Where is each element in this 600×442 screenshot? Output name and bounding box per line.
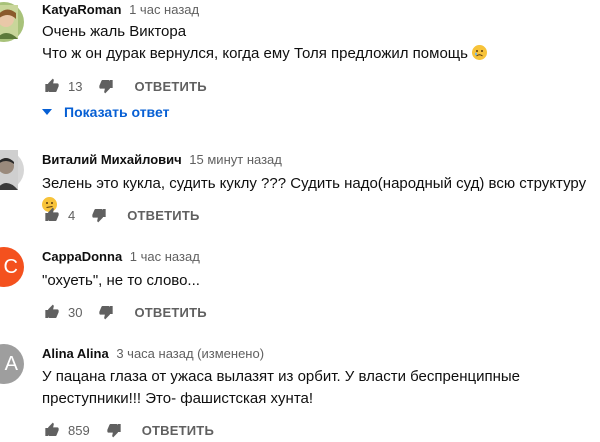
reply-button[interactable]: ОТВЕТИТЬ [134, 305, 206, 320]
like-count: 4 [68, 207, 76, 223]
caret-down-icon [42, 109, 52, 115]
reply-button[interactable]: ОТВЕТИТЬ [134, 79, 206, 94]
comment-timestamp[interactable]: 1 час назад [129, 2, 199, 17]
like-icon[interactable] [42, 205, 62, 225]
comment-timestamp[interactable]: 3 часа назад (изменено) [116, 346, 264, 361]
like-icon[interactable] [42, 302, 62, 322]
comment-header: Alina Alina 3 часа назад (изменено) [42, 346, 264, 362]
comment-line: "охуеть", не то слово... [42, 272, 200, 289]
avatar[interactable]: A [0, 344, 24, 384]
comment-author[interactable]: KatyaRoman [42, 2, 121, 17]
like-count: 30 [68, 304, 83, 320]
comment-timestamp[interactable]: 1 час назад [130, 249, 200, 264]
avatar[interactable] [0, 150, 24, 190]
comment-actions: 13 ОТВЕТИТЬ [42, 74, 207, 98]
comment-line: преступники!!! Это- фашистская хунта! [42, 390, 314, 407]
comment-timestamp[interactable]: 15 минут назад [189, 152, 282, 167]
reply-button[interactable]: ОТВЕТИТЬ [127, 208, 199, 223]
comment-text: "охуеть", не то слово... [42, 270, 597, 292]
comment-text: Очень жаль Виктора Что ж он дурак вернул… [42, 21, 597, 65]
dislike-icon[interactable] [89, 205, 109, 225]
avatar-letter: A [4, 352, 18, 375]
comment-header: CappaDonna 1 час назад [42, 249, 200, 265]
comment-text: У пацана глаза от ужаса вылазят из орбит… [42, 366, 597, 410]
like-icon[interactable] [42, 76, 62, 96]
comment-actions: 4 ОТВЕТИТЬ [42, 203, 200, 227]
comment-header: KatyaRoman 1 час назад [42, 2, 199, 18]
avatar-letter: C [3, 255, 18, 278]
like-icon[interactable] [42, 420, 62, 440]
comment-line: Очень жаль Виктора [42, 23, 187, 40]
comment-header: Виталий Михайлович 15 минут назад [42, 152, 282, 168]
reply-button[interactable]: ОТВЕТИТЬ [142, 423, 214, 438]
comment-actions: 30 ОТВЕТИТЬ [42, 300, 207, 324]
comment-author[interactable]: Виталий Михайлович [42, 152, 182, 167]
comment-author[interactable]: Alina Alina [42, 346, 109, 361]
sad-face-icon [471, 45, 487, 60]
like-count: 13 [68, 78, 83, 94]
show-replies-button[interactable]: Показать ответ [42, 104, 169, 120]
dislike-icon[interactable] [104, 420, 124, 440]
show-replies-label: Показать ответ [64, 104, 170, 120]
avatar[interactable] [0, 2, 24, 42]
comment-line: У пацана глаза от ужаса вылазят из орбит… [42, 368, 520, 385]
comment-author[interactable]: CappaDonna [42, 249, 122, 264]
like-count: 859 [68, 422, 90, 438]
dislike-icon[interactable] [96, 302, 116, 322]
comment-actions: 859 ОТВЕТИТЬ [42, 418, 214, 442]
avatar[interactable]: C [0, 247, 24, 287]
avatar-image [0, 5, 18, 39]
avatar-image [0, 150, 18, 190]
dislike-icon[interactable] [96, 76, 116, 96]
comment-line: Что ж он дурак вернулся, когда ему Толя … [42, 43, 597, 65]
